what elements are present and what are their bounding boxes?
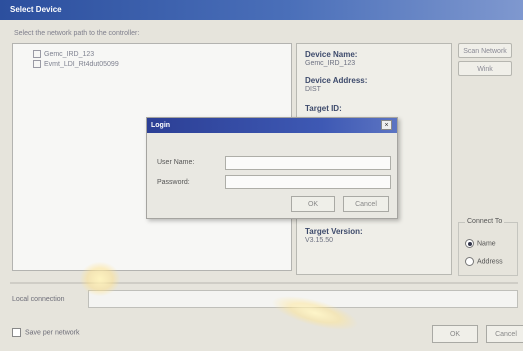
password-field[interactable] xyxy=(225,175,391,189)
save-option[interactable]: Save per network xyxy=(12,328,79,337)
connect-to-group: Connect To Name Address xyxy=(458,218,518,276)
device-name-label: Device Name: xyxy=(305,50,358,59)
connect-address-label: Address xyxy=(477,258,503,266)
connect-address-option[interactable]: Address xyxy=(465,257,503,266)
instruction-text: Select the network path to the controlle… xyxy=(14,30,140,37)
login-dialog: Login × User Name: Password: OK Cancel xyxy=(146,117,398,219)
connect-to-legend: Connect To xyxy=(465,218,505,225)
target-id-label: Target ID: xyxy=(305,104,342,113)
connect-name-label: Name xyxy=(477,240,496,248)
target-version-value: V3.15.50 xyxy=(305,237,334,244)
controller-icon xyxy=(33,60,41,68)
user-name-label: User Name: xyxy=(157,159,195,166)
connection-label: Local connection xyxy=(12,296,65,303)
password-label: Password: xyxy=(157,179,190,186)
device-address-label: Device Address: xyxy=(305,76,368,85)
login-title: Login xyxy=(147,118,397,133)
save-checkbox[interactable] xyxy=(12,328,21,337)
connect-name-option[interactable]: Name xyxy=(465,239,496,248)
tree-item-label: Gemc_IRD_123 xyxy=(44,50,95,58)
save-option-label: Save per network xyxy=(25,329,80,337)
ok-button[interactable]: OK xyxy=(432,325,478,343)
wink-button[interactable]: Wink xyxy=(458,61,512,76)
login-cancel-button[interactable]: Cancel xyxy=(343,196,389,212)
tree-item[interactable]: Evmt_LDI_Rt4dut05099 xyxy=(33,60,119,68)
window-title: Select Device xyxy=(0,0,523,20)
scan-network-button[interactable]: Scan Network xyxy=(458,43,512,58)
device-address-value: DIST xyxy=(305,86,321,93)
cancel-button[interactable]: Cancel xyxy=(486,325,523,343)
device-name-value: Gemc_IRD_123 xyxy=(305,60,356,67)
radio-icon[interactable] xyxy=(465,257,474,266)
radio-selected-icon[interactable] xyxy=(465,239,474,248)
controller-icon xyxy=(33,50,41,58)
target-version-label: Target Version: xyxy=(305,227,363,236)
tree-item[interactable]: Gemc_IRD_123 xyxy=(33,50,94,58)
tree-item-label: Evmt_LDI_Rt4dut05099 xyxy=(44,60,119,68)
login-ok-button[interactable]: OK xyxy=(291,196,335,212)
user-name-field[interactable] xyxy=(225,156,391,170)
select-device-window: Select Device Select the network path to… xyxy=(0,0,523,351)
glare-reflection xyxy=(80,262,120,296)
close-icon[interactable]: × xyxy=(381,120,392,130)
